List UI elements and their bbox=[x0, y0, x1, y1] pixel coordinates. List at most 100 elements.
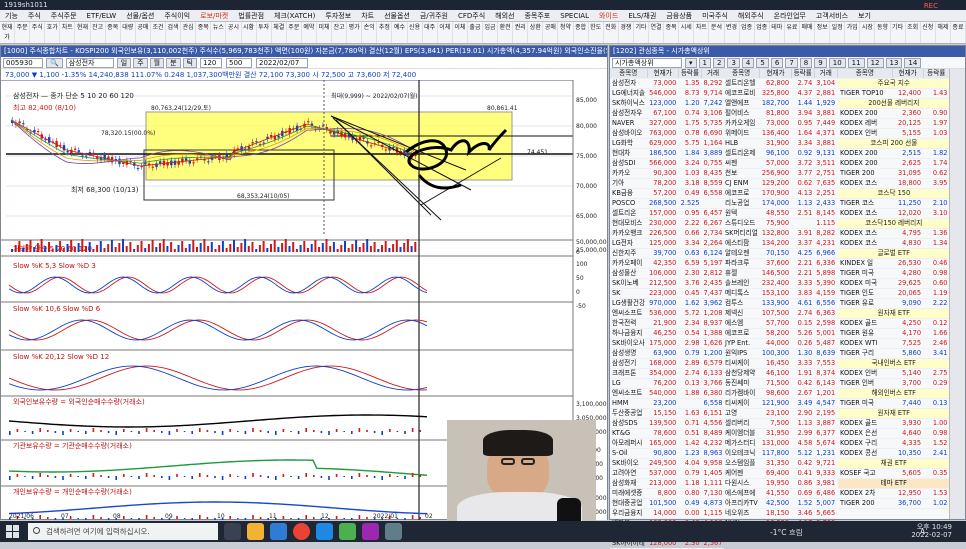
group-tab[interactable]: 14 bbox=[904, 57, 922, 68]
table-row[interactable]: SK하이닉스 123,000 1.20 7,242 bbox=[610, 98, 725, 109]
table-row[interactable]: 카카오뱅크 226,500 0.66 2,734 bbox=[610, 228, 725, 239]
table-row[interactable]: 파라크루 37,600 2.21 6,336 bbox=[723, 258, 838, 269]
group-tab[interactable]: 10 bbox=[828, 57, 846, 68]
count-input-2[interactable]: 500 bbox=[225, 57, 252, 68]
stock-code-input[interactable]: 005930 bbox=[3, 57, 43, 68]
toolbar-button[interactable]: 호가 bbox=[45, 22, 61, 43]
toolbar-button[interactable]: 연결 bbox=[649, 22, 665, 43]
group-tab[interactable]: 4 bbox=[741, 57, 755, 68]
table-row[interactable]: 코스피 200 선물 bbox=[838, 138, 950, 149]
table-row[interactable]: KODEX 미국 29,625 0.60 bbox=[838, 278, 950, 289]
table-row[interactable]: 현대차 186,500 1.84 3,889 bbox=[610, 148, 725, 159]
menu-item[interactable]: ELS/채권 bbox=[623, 10, 661, 21]
toolbar-button[interactable]: 기타 bbox=[891, 22, 906, 43]
table-row[interactable]: 현대모비스 230,000 2.22 6,267 bbox=[610, 218, 725, 229]
menu-item[interactable]: 해외선 bbox=[490, 10, 519, 21]
table-row[interactable]: KODEX 인버 5,140 2.75 bbox=[838, 368, 950, 379]
column-header[interactable]: 종목명 bbox=[610, 69, 648, 79]
table-row[interactable]: 케어젠 69,400 0.41 9,333 bbox=[723, 468, 838, 479]
edge-icon[interactable] bbox=[270, 523, 287, 540]
table-row[interactable]: 에코프로 58,200 5.26 5,001 bbox=[723, 328, 838, 339]
table-row[interactable]: 엔씨소프트 536,000 5.72 1,208 bbox=[610, 308, 725, 319]
group-select[interactable]: 시가총액상위 bbox=[612, 57, 682, 68]
table-row[interactable]: 원익IPS 100,300 1.30 8,639 bbox=[723, 348, 838, 359]
toolbar-button[interactable]: 경쟁 bbox=[619, 22, 634, 43]
menu-item[interactable]: 선물/옵션 bbox=[121, 10, 159, 21]
table-row[interactable]: TIGER 구리 5,860 3.41 bbox=[838, 348, 950, 359]
toolbar-button[interactable]: 주문 bbox=[287, 22, 302, 43]
table-row[interactable]: KODEX 200 2,625 1.74 bbox=[838, 158, 950, 169]
group-tab[interactable]: 11 bbox=[847, 57, 865, 68]
table-row[interactable]: 리가켐바이 98,600 2.67 1,201 bbox=[723, 388, 838, 399]
toolbar-button[interactable]: 주식 bbox=[30, 22, 46, 43]
table-row[interactable]: 휴젤 146,500 2.21 5,898 bbox=[723, 268, 838, 279]
table-row[interactable]: POSCO 268,500 2.525 bbox=[610, 198, 725, 209]
count-input[interactable]: 120 bbox=[199, 57, 222, 68]
file-explorer-icon[interactable] bbox=[247, 523, 264, 540]
menu-item[interactable]: SPECIAL bbox=[555, 10, 594, 21]
table-row[interactable]: KODEX 코스 4,830 1.34 bbox=[838, 238, 950, 249]
table-row[interactable]: 메가스터디 131,000 4.58 5,674 bbox=[723, 438, 838, 449]
period-tab-day[interactable]: 일 bbox=[116, 57, 132, 68]
table-row[interactable]: 에스엠 57,700 0.15 2,598 bbox=[723, 318, 838, 329]
chrome-icon[interactable] bbox=[293, 523, 310, 540]
menu-item[interactable]: 법률관점 bbox=[233, 10, 269, 21]
table-row[interactable]: 메디톡스 153,100 3.83 4,159 bbox=[723, 288, 838, 299]
table-row[interactable]: TIGER 200 31,095 0.62 bbox=[838, 168, 950, 179]
table-row[interactable]: 네오위즈 18,150 3.46 5,665 bbox=[723, 508, 838, 519]
toolbar-button[interactable]: 차트 bbox=[694, 22, 710, 43]
table-row[interactable]: 솔브레인 232,400 3.33 5,390 bbox=[723, 278, 838, 289]
table-row[interactable]: KODEX 은선 4,640 0.98 bbox=[838, 428, 950, 439]
table-row[interactable]: 에코프로 170,900 4.13 2,251 bbox=[723, 188, 838, 199]
table-row[interactable]: TIGER 인도 20,065 1.19 bbox=[838, 288, 950, 299]
chevron-down-icon[interactable]: ▾ bbox=[685, 57, 697, 68]
table-row[interactable]: 삼성SDS 139,500 0.71 4,556 bbox=[610, 418, 725, 429]
table-row[interactable]: 원자재 ETF bbox=[838, 408, 950, 419]
table-row[interactable]: 고영 23,100 2.90 2,195 bbox=[723, 408, 838, 419]
column-header[interactable]: 현재가 bbox=[892, 69, 924, 79]
group-tab[interactable]: 6 bbox=[770, 57, 784, 68]
table-row[interactable]: 동진쎄미 71,500 0.42 6,143 bbox=[723, 378, 838, 389]
table-row[interactable]: KODEX 코스 12,020 3.10 bbox=[838, 208, 950, 219]
table-row[interactable]: 신한지주 39,700 0.63 6,124 bbox=[610, 248, 725, 259]
toolbar-button[interactable]: 손익 bbox=[362, 22, 378, 43]
toolbar-button[interactable]: 현재 bbox=[75, 22, 91, 43]
toolbar-button[interactable]: 대주 bbox=[423, 22, 438, 43]
toolbar-button[interactable]: 일정 bbox=[830, 22, 846, 43]
date-input[interactable]: 2022/02/07 bbox=[255, 57, 308, 68]
table-row[interactable]: 씨젠 57,000 3.72 3,511 bbox=[723, 158, 838, 169]
toolbar-button[interactable]: 청약 bbox=[558, 22, 574, 43]
toolbar-button[interactable]: 공매 bbox=[543, 22, 559, 43]
table-row[interactable]: 엘앤에프 182,700 1.44 1,929 bbox=[723, 98, 838, 109]
toolbar-button[interactable]: 시세 bbox=[679, 22, 695, 43]
table-row[interactable]: 코스닥150 레버리지 bbox=[838, 218, 950, 229]
toolbar-button[interactable]: 조회 bbox=[906, 22, 921, 43]
table-row[interactable]: 티씨케이 121,900 3.49 4,547 bbox=[723, 398, 838, 409]
group-tab[interactable]: 13 bbox=[885, 57, 903, 68]
toolbar-button[interactable]: 출금 bbox=[468, 22, 483, 43]
table-row[interactable]: CJ ENM 129,200 0.62 7,635 bbox=[723, 178, 838, 189]
table-row[interactable]: 에스티팜 134,200 3.37 4,231 bbox=[723, 238, 838, 249]
table-row[interactable]: 우리금융지 14,000 0.00 1,115 bbox=[610, 508, 725, 519]
toolbar-button[interactable]: 가입 bbox=[845, 22, 861, 43]
windows-start-icon[interactable] bbox=[6, 525, 19, 538]
toolbar-button[interactable]: 투자 bbox=[257, 22, 272, 43]
table-row[interactable]: 천보 256,900 3.77 2,751 bbox=[723, 168, 838, 179]
toolbar-button[interactable]: 차트 bbox=[60, 22, 76, 43]
table-row[interactable]: 한국전력 21,900 2.34 8,937 bbox=[610, 318, 725, 329]
group-tab[interactable]: 5 bbox=[756, 57, 769, 68]
table-row[interactable]: 미래에셋증 8,800 0.80 7,130 bbox=[610, 488, 725, 499]
table-row[interactable]: TIGER 200 36,700 1.02 bbox=[838, 498, 950, 509]
toolbar-button[interactable]: 추정 bbox=[377, 22, 393, 43]
column-header[interactable]: 현재가 bbox=[647, 69, 679, 79]
toolbar-button[interactable]: 관심 bbox=[181, 22, 197, 43]
table-row[interactable]: LG에너지솔 546,000 8.73 9,714 bbox=[610, 88, 725, 99]
menu-item[interactable]: CFD주식 bbox=[453, 10, 490, 21]
table-row[interactable]: KODEX 레버 20,125 1.97 bbox=[838, 118, 950, 129]
table-row[interactable]: S-Oil 90,800 1.23 8,963 bbox=[610, 448, 725, 459]
table-row[interactable]: 에코프로비 325,800 4.37 2,881 bbox=[723, 88, 838, 99]
app-icon-3[interactable] bbox=[362, 523, 379, 540]
app-icon-4[interactable] bbox=[385, 523, 402, 540]
table-row[interactable]: 글로벌 ETF bbox=[838, 248, 950, 259]
menu-item[interactable]: 금/귀주원 bbox=[415, 10, 453, 21]
